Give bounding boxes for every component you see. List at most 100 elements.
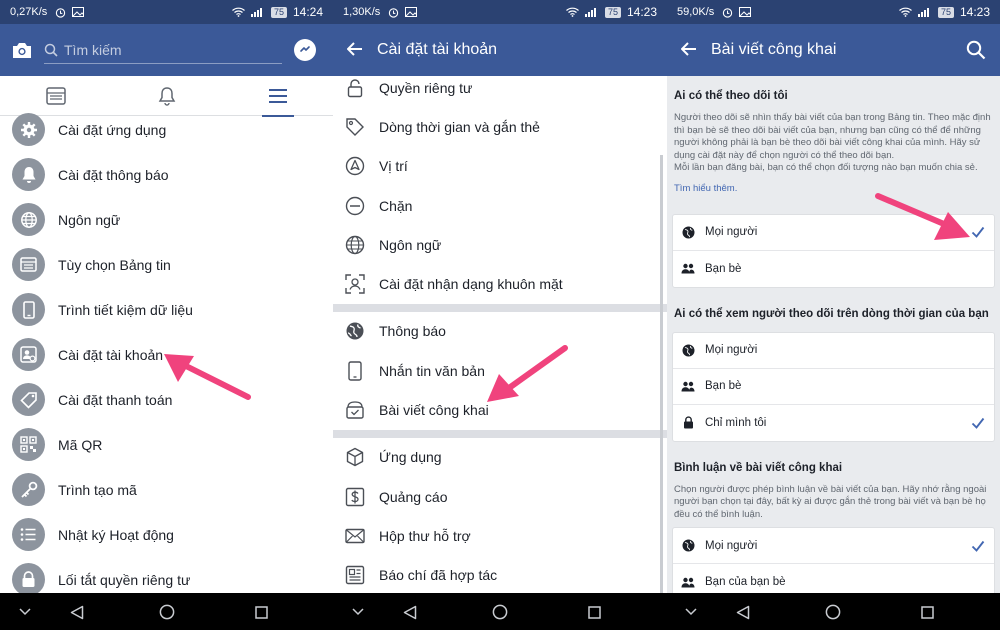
- menu-item-trinh-tao-ma[interactable]: Trình tạo mã: [0, 467, 333, 512]
- camera-icon[interactable]: [10, 38, 34, 62]
- chevron-down-icon[interactable]: [14, 601, 36, 623]
- back-triangle-icon[interactable]: [732, 601, 754, 623]
- account-settings-list: Quyền riêng tư Dòng thời gian và gắn thẻ V…: [333, 68, 667, 595]
- menu-item-nhat-ky-hoat-dong[interactable]: Nhật ký Hoạt động: [0, 512, 333, 557]
- settings-item-thong-bao[interactable]: Thông báo: [333, 312, 667, 351]
- clock: 14:24: [292, 5, 323, 19]
- key-icon: [12, 473, 45, 506]
- audience-options: Mọi người Bạn của bạn bè: [672, 527, 995, 601]
- audience-option-label: Chỉ mình tôi: [705, 416, 767, 429]
- section-divider: [333, 429, 667, 438]
- globe-icon: [343, 233, 367, 257]
- face-icon: [343, 272, 367, 296]
- status-bar: 59,0K/s 75 14:23: [667, 0, 1000, 24]
- wifi-icon: [566, 7, 579, 17]
- account-icon: [12, 338, 45, 371]
- menu-item-label: Trình tạo mã: [58, 481, 137, 498]
- scrollbar[interactable]: [660, 155, 663, 595]
- network-speed: 0,27K/s: [10, 6, 48, 18]
- list-icon: [12, 518, 45, 551]
- settings-item-cai-dat-nhan-dang-khuon-mat[interactable]: Cài đặt nhận dạng khuôn mặt: [333, 264, 667, 303]
- audience-option-ban-be[interactable]: Bạn bè: [673, 251, 994, 287]
- audience-option-label: Bạn của bạn bè: [705, 576, 786, 588]
- recents-square-icon[interactable]: [916, 601, 938, 623]
- image-icon: [405, 7, 418, 17]
- top-bar: Bài viết công khai: [667, 24, 1000, 76]
- search-icon[interactable]: [962, 36, 990, 64]
- signal-icon: [917, 8, 929, 17]
- lock-icon: [681, 416, 695, 430]
- back-triangle-icon[interactable]: [399, 601, 421, 623]
- mail-icon: [343, 524, 367, 548]
- menu-item-cai-dat-thanh-toan[interactable]: Cài đặt thanh toán: [0, 377, 333, 422]
- phone-icon: [343, 359, 367, 383]
- lock-icon: [343, 76, 367, 100]
- signal-icon: [584, 8, 596, 17]
- audience-option-ban-be[interactable]: Bạn bè: [673, 369, 994, 405]
- menu-item-trinh-tiet-kiem-du-lieu[interactable]: Trình tiết kiệm dữ liệu: [0, 287, 333, 332]
- settings-item-quang-cao[interactable]: Quảng cáo: [333, 477, 667, 516]
- top-bar: Tìm kiếm: [0, 24, 333, 76]
- learn-more-link[interactable]: Tìm hiểu thêm.: [672, 175, 995, 208]
- home-circle-icon[interactable]: [822, 601, 844, 623]
- settings-item-chan[interactable]: Chặn: [333, 186, 667, 225]
- recents-square-icon[interactable]: [250, 601, 272, 623]
- settings-menu: Cài đặt ứng dụng Cài đặt thông báo Ngôn ng…: [0, 107, 333, 602]
- audience-option-moi-nguoi[interactable]: Mọi người: [673, 528, 994, 564]
- signal-icon: [250, 8, 262, 17]
- menu-item-cai-dat-thong-bao[interactable]: Cài đặt thông báo: [0, 152, 333, 197]
- recents-square-icon[interactable]: [583, 601, 605, 623]
- chevron-down-icon[interactable]: [347, 601, 369, 623]
- menu-item-tuy-chon-bang-tin[interactable]: Tùy chọn Bảng tin: [0, 242, 333, 287]
- menu-item-label: Cài đặt tài khoản: [58, 346, 164, 363]
- messenger-icon[interactable]: [294, 39, 316, 61]
- audience-option-moi-nguoi[interactable]: Mọi người: [673, 215, 994, 251]
- globe-icon: [343, 319, 367, 343]
- chevron-down-icon[interactable]: [680, 601, 702, 623]
- menu-item-label: Lối tắt quyền riêng tư: [58, 571, 191, 588]
- hamburger-menu-icon: [268, 88, 287, 103]
- back-arrow-icon[interactable]: [333, 39, 377, 62]
- menu-item-label: Cài đặt ứng dụng: [58, 121, 167, 138]
- audience-option-label: Bạn bè: [705, 262, 742, 275]
- audience-option-label: Mọi người: [705, 539, 758, 552]
- settings-item-label: Vị trí: [379, 158, 408, 175]
- settings-item-label: Bài viết công khai: [379, 402, 489, 419]
- settings-item-bao-chi-da-hop-tac[interactable]: Báo chí đã hợp tác: [333, 556, 667, 595]
- audience-option-moi-nguoi[interactable]: Mọi người: [673, 333, 994, 369]
- nav-group: [666, 593, 999, 630]
- bell-icon: [158, 86, 175, 106]
- news-feed-icon: [45, 86, 66, 105]
- menu-item-ma-qr[interactable]: Mã QR: [0, 422, 333, 467]
- globe-icon: [681, 539, 695, 553]
- page-title: Cài đặt tài khoản: [377, 41, 498, 58]
- settings-item-vi-tri[interactable]: Vị trí: [333, 147, 667, 186]
- cube-icon: [343, 445, 367, 469]
- settings-item-ung-dung[interactable]: Ứng dụng: [333, 438, 667, 477]
- section-divider: [333, 303, 667, 312]
- audience-option-chi-minh-toi[interactable]: Chỉ mình tôi: [673, 405, 994, 441]
- menu-item-ngon-ngu[interactable]: Ngôn ngữ: [0, 197, 333, 242]
- newspaper-icon: [343, 563, 367, 587]
- settings-item-hop-thu-ho-tro[interactable]: Hộp thư hỗ trợ: [333, 516, 667, 555]
- page-title: Bài viết công khai: [711, 41, 837, 58]
- settings-item-bai-viet-cong-khai[interactable]: Bài viết công khai: [333, 390, 667, 429]
- settings-item-nhan-tin-van-ban[interactable]: Nhắn tin văn bản: [333, 351, 667, 390]
- menu-item-cai-dat-ung-dung[interactable]: Cài đặt ứng dụng: [0, 107, 333, 152]
- search-input[interactable]: Tìm kiếm: [44, 36, 282, 64]
- back-arrow-icon[interactable]: [667, 39, 711, 62]
- back-triangle-icon[interactable]: [66, 601, 88, 623]
- menu-item-label: Ngôn ngữ: [58, 211, 121, 228]
- nav-group: [0, 593, 333, 630]
- home-circle-icon[interactable]: [489, 601, 511, 623]
- home-circle-icon[interactable]: [156, 601, 178, 623]
- settings-item-dong-thoi-gian-va-gan-the[interactable]: Dòng thời gian và gắn thẻ: [333, 107, 667, 146]
- audience-options: Mọi người Bạn bè: [672, 213, 995, 288]
- status-icons: [388, 7, 418, 18]
- battery-level: 75: [604, 6, 621, 18]
- settings-item-quyen-rieng-tu[interactable]: Quyền riêng tư: [333, 68, 667, 107]
- settings-item-label: Nhắn tin văn bản: [379, 362, 485, 379]
- menu-item-cai-dat-tai-khoan[interactable]: Cài đặt tài khoản: [0, 332, 333, 377]
- section-description: Chọn người được phép bình luận về bài vi…: [674, 483, 987, 520]
- settings-item-ngon-ngu[interactable]: Ngôn ngữ: [333, 225, 667, 264]
